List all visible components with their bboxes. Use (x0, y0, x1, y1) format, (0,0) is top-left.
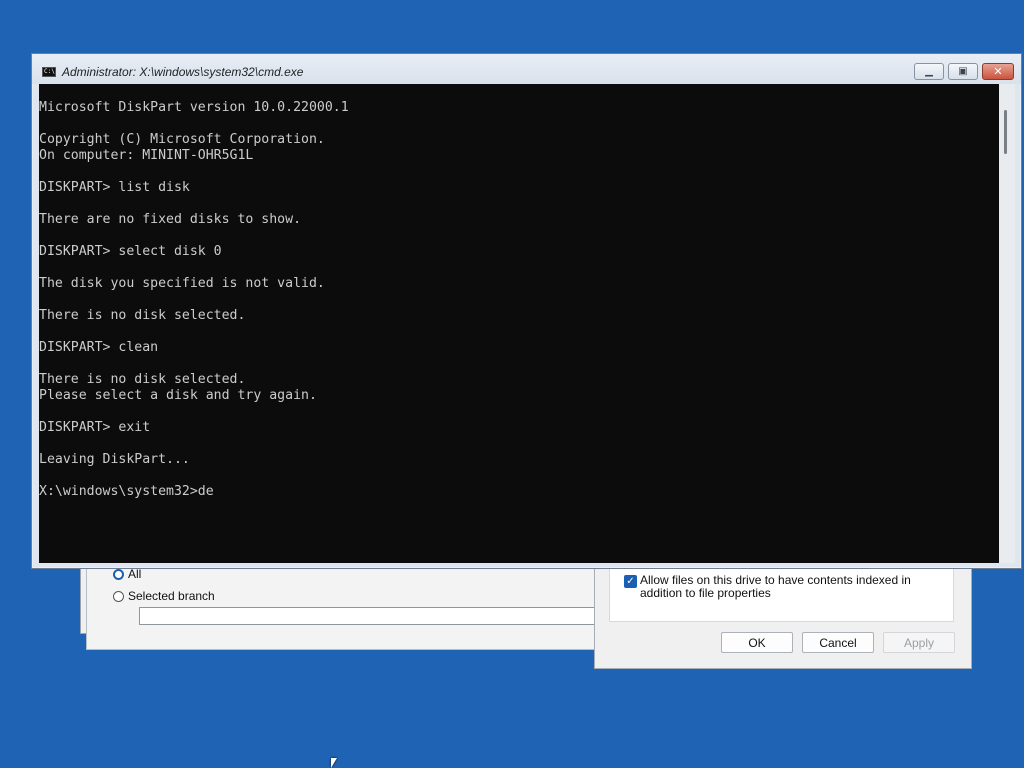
restore-icon: ▣ (958, 66, 968, 77)
radio-button-icon[interactable] (113, 590, 124, 602)
title-bar[interactable]: C:\ Administrator: X:\windows\system32\c… (32, 54, 1021, 84)
maximize-button[interactable]: ▣ (948, 63, 978, 80)
window-title: Administrator: X:\windows\system32\cmd.e… (62, 65, 304, 79)
console-line: Please select a disk and try again. (39, 388, 317, 403)
console-line: There are no fixed disks to show. (39, 212, 302, 227)
cancel-button[interactable]: Cancel (802, 632, 874, 653)
radio-all-label: All (128, 567, 142, 581)
radio-selected-branch[interactable]: Selected branch (113, 588, 215, 604)
close-icon: ✕ (993, 65, 1003, 78)
console-line: There is no disk selected. (39, 372, 246, 387)
console-line: Leaving DiskPart... (39, 452, 190, 467)
cmd-window[interactable]: C:\ Administrator: X:\windows\system32\c… (31, 53, 1022, 569)
console-line: Microsoft DiskPart version 10.0.22000.1 (39, 100, 349, 115)
console-line: The disk you specified is not valid. (39, 276, 325, 291)
checkmark-icon[interactable]: ✓ (624, 575, 637, 588)
radio-button-icon[interactable] (113, 568, 124, 580)
selected-branch-input[interactable] (139, 607, 609, 625)
index-contents-option[interactable]: ✓ Allow files on this drive to have cont… (624, 574, 936, 600)
cmd-icon: C:\ (42, 67, 56, 77)
close-button[interactable]: ✕ (982, 63, 1014, 80)
mouse-pointer-icon (331, 758, 337, 768)
scrollbar-thumb[interactable] (1004, 110, 1007, 154)
console-line: DISKPART> clean (39, 340, 159, 355)
apply-button[interactable]: Apply (883, 632, 955, 653)
minimize-button[interactable]: ▁ (914, 63, 944, 80)
ok-button[interactable]: OK (721, 632, 793, 653)
console-output[interactable]: Microsoft DiskPart version 10.0.22000.1 C… (39, 84, 999, 563)
console-line: DISKPART> select disk 0 (39, 244, 222, 259)
console-line: There is no disk selected. (39, 308, 246, 323)
console-line: On computer: MININT-OHR5G1L (39, 148, 254, 163)
console-line: DISKPART> exit (39, 420, 151, 435)
minimize-icon: ▁ (925, 66, 933, 77)
console-line: Copyright (C) Microsoft Corporation. (39, 132, 325, 147)
index-contents-label: Allow files on this drive to have conten… (640, 573, 911, 600)
console-line: X:\windows\system32>de (39, 484, 214, 499)
console-text: Microsoft DiskPart version 10.0.22000.1 C… (39, 84, 999, 500)
radio-selected-branch-label: Selected branch (128, 589, 215, 603)
console-line: DISKPART> list disk (39, 180, 190, 195)
vertical-scrollbar[interactable] (999, 84, 1015, 563)
